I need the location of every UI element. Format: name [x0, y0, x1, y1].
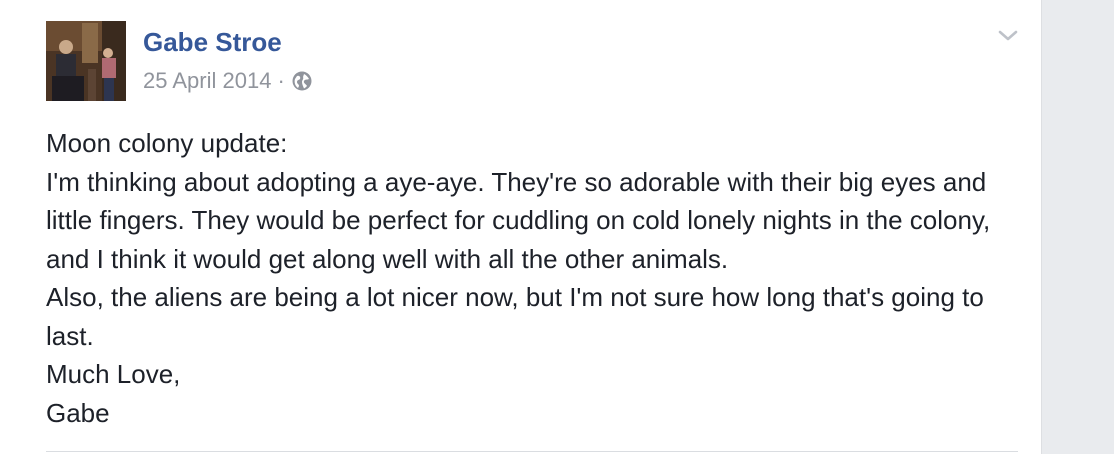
post-divider — [46, 451, 1018, 452]
post-card: Gabe Stroe 25 April 2014 · Moon colony u… — [0, 0, 1042, 454]
post-line-heading: Moon colony update: — [46, 128, 288, 158]
avatar-photo — [46, 21, 126, 101]
meta-separator: · — [277, 68, 285, 93]
post-body: Moon colony update: I'm thinking about a… — [46, 124, 1021, 432]
chevron-down-icon[interactable] — [996, 26, 1020, 46]
post-line-paragraph-1: I'm thinking about adopting a aye-aye. T… — [46, 166, 991, 274]
post-line-paragraph-2: Also, the aliens are being a lot nicer n… — [46, 282, 984, 351]
author-avatar[interactable] — [46, 21, 126, 101]
post-meta: 25 April 2014 · — [143, 66, 313, 96]
globe-icon[interactable] — [291, 70, 313, 92]
post-line-signoff: Much Love, — [46, 359, 181, 389]
post-line-signature: Gabe — [46, 397, 110, 428]
post-date[interactable]: 25 April 2014 — [143, 66, 271, 96]
author-name[interactable]: Gabe Stroe — [143, 26, 282, 58]
